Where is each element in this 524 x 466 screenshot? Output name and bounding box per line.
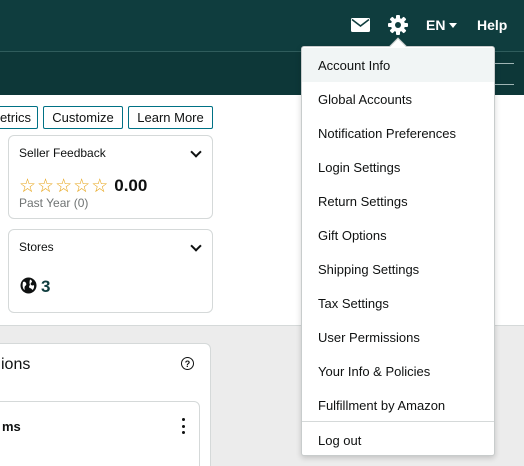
more-options-icon[interactable]	[181, 418, 185, 434]
menu-item-global-accounts[interactable]: Global Accounts	[302, 82, 494, 116]
top-header: EN Help	[0, 0, 524, 51]
stores-count[interactable]: 3	[41, 277, 50, 297]
help-icon[interactable]: ?	[181, 357, 194, 370]
star-empty-icon: ☆	[91, 175, 109, 197]
chevron-down-icon[interactable]	[190, 240, 202, 252]
menu-item-fulfillment-by-amazon[interactable]: Fulfillment by Amazon	[302, 388, 494, 422]
inner-card-title: ms	[2, 419, 21, 434]
rating-value: 0.00	[114, 176, 148, 195]
star-empty-icon: ☆	[37, 175, 55, 197]
menu-item-login-settings[interactable]: Login Settings	[302, 150, 494, 184]
customize-button[interactable]: Customize	[43, 106, 123, 129]
gear-icon[interactable]	[387, 14, 409, 36]
menu-item-shipping-settings[interactable]: Shipping Settings	[302, 252, 494, 286]
globe-icon	[20, 277, 37, 294]
metrics-button[interactable]: etrics	[0, 106, 38, 129]
learn-more-button[interactable]: Learn More	[128, 106, 213, 129]
stores-title: Stores	[19, 240, 54, 254]
seller-feedback-card: Seller Feedback ☆ ☆ ☆ ☆ ☆ 0.00 Past Year…	[8, 135, 213, 219]
menu-item-your-info-policies[interactable]: Your Info & Policies	[302, 354, 494, 388]
mail-icon[interactable]	[350, 15, 370, 35]
chevron-down-icon[interactable]	[190, 146, 202, 158]
star-empty-icon: ☆	[19, 175, 37, 197]
language-selector[interactable]: EN	[426, 17, 458, 33]
inner-card: ms	[0, 401, 200, 466]
menu-item-log-out[interactable]: Log out	[302, 423, 494, 457]
stores-card: Stores 3	[8, 229, 213, 313]
actions-card-title: ions	[1, 356, 31, 373]
menu-item-account-info[interactable]: Account Info	[302, 48, 494, 82]
help-link[interactable]: Help	[477, 17, 507, 33]
menu-divider	[302, 421, 494, 422]
menu-item-gift-options[interactable]: Gift Options	[302, 218, 494, 252]
menu-item-tax-settings[interactable]: Tax Settings	[302, 286, 494, 320]
seller-feedback-title: Seller Feedback	[19, 146, 106, 160]
rating-period: Past Year (0)	[19, 196, 89, 210]
language-label: EN	[426, 17, 446, 33]
rating-stars: ☆ ☆ ☆ ☆ ☆ 0.00	[19, 176, 147, 196]
menu-item-notification-preferences[interactable]: Notification Preferences	[302, 116, 494, 150]
menu-item-user-permissions[interactable]: User Permissions	[302, 320, 494, 354]
settings-dropdown: Account Info Global Accounts Notificatio…	[301, 37, 495, 457]
star-empty-icon: ☆	[55, 175, 73, 197]
menu-item-return-settings[interactable]: Return Settings	[302, 184, 494, 218]
actions-card: ions ? ms	[0, 343, 211, 466]
star-empty-icon: ☆	[73, 175, 91, 197]
caret-down-icon	[449, 23, 458, 28]
